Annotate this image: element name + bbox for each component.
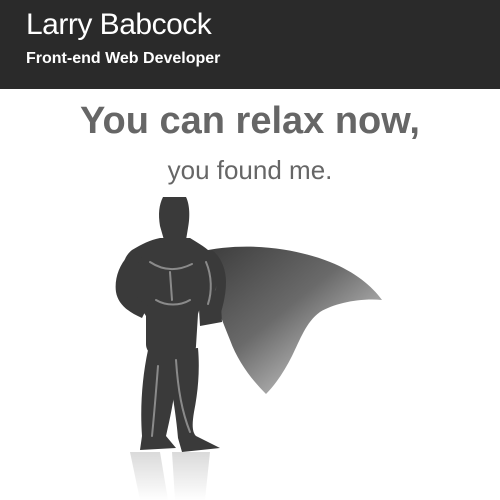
- headline: You can relax now,: [80, 100, 420, 142]
- site-tagline: Front-end Web Developer: [26, 50, 221, 67]
- page: Larry Babcock Front-end Web Developer Yo…: [0, 0, 500, 500]
- cape: [198, 246, 382, 394]
- figure-shadow: [130, 452, 210, 500]
- subheadline: you found me.: [167, 155, 333, 185]
- superhero-silhouette-icon: [115, 197, 382, 500]
- superhero-body: [115, 197, 226, 452]
- site-header: Larry Babcock Front-end Web Developer: [0, 0, 500, 89]
- site-name[interactable]: Larry Babcock: [26, 8, 500, 42]
